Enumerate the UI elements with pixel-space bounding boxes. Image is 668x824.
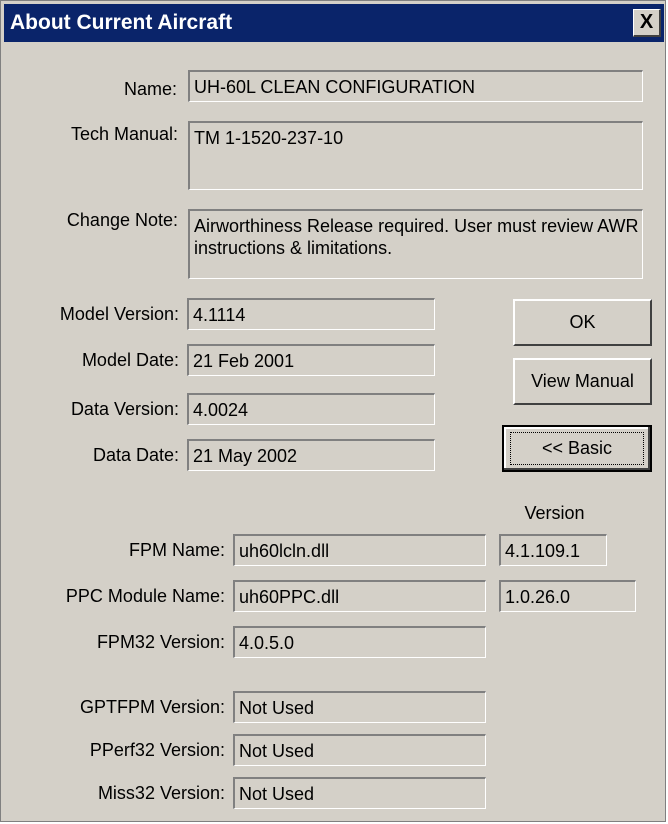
ok-button[interactable]: OK — [513, 299, 652, 346]
pperf32-version-field: Not Used — [233, 734, 486, 766]
close-icon: X — [639, 11, 654, 33]
miss32-version-label: Miss32 Version: — [97, 783, 225, 803]
gptfpm-version-field: Not Used — [233, 691, 486, 723]
model-date-label: Model Date: — [81, 350, 179, 370]
tech-manual-label: Tech Manual: — [70, 124, 178, 144]
miss32-version-field: Not Used — [233, 777, 486, 809]
about-dialog: About Current Aircraft X Name: UH-60L CL… — [0, 0, 666, 822]
focus-rectangle — [510, 432, 644, 465]
ppc-version-field: 1.0.26.0 — [499, 580, 636, 612]
gptfpm-version-label: GPTFPM Version: — [79, 697, 225, 717]
view-manual-button-label: View Manual — [531, 371, 634, 391]
tech-manual-field: TM 1-1520-237-10 — [188, 121, 643, 190]
fpm32-version-field: 4.0.5.0 — [233, 626, 486, 658]
fpm-name-field: uh60lcln.dll — [233, 534, 486, 566]
close-button[interactable]: X — [633, 9, 661, 37]
change-note-field: Airworthiness Release required. User mus… — [188, 209, 643, 279]
version-header: Version — [524, 503, 585, 523]
name-label: Name: — [123, 79, 177, 99]
data-version-field: 4.0024 — [187, 393, 435, 425]
name-field: UH-60L CLEAN CONFIGURATION — [188, 70, 643, 102]
fpm-version-field: 4.1.109.1 — [499, 534, 607, 566]
fpm-name-label: FPM Name: — [128, 540, 225, 560]
window-title: About Current Aircraft — [10, 11, 233, 34]
data-version-label: Data Version: — [70, 399, 179, 419]
model-version-field: 4.1114 — [187, 298, 435, 330]
fpm32-version-label: FPM32 Version: — [96, 632, 225, 652]
pperf32-version-label: PPerf32 Version: — [89, 740, 225, 760]
ok-button-label: OK — [569, 312, 596, 332]
ppc-module-name-field: uh60PPC.dll — [233, 580, 486, 612]
basic-button[interactable]: << Basic — [502, 425, 652, 472]
ppc-module-name-label: PPC Module Name: — [65, 586, 225, 606]
title-bar[interactable]: About Current Aircraft X — [4, 4, 664, 42]
model-version-label: Model Version: — [59, 304, 179, 324]
change-note-label: Change Note: — [66, 210, 178, 230]
view-manual-button[interactable]: View Manual — [513, 358, 652, 405]
data-date-field: 21 May 2002 — [187, 439, 435, 471]
model-date-field: 21 Feb 2001 — [187, 344, 435, 376]
data-date-label: Data Date: — [92, 445, 179, 465]
